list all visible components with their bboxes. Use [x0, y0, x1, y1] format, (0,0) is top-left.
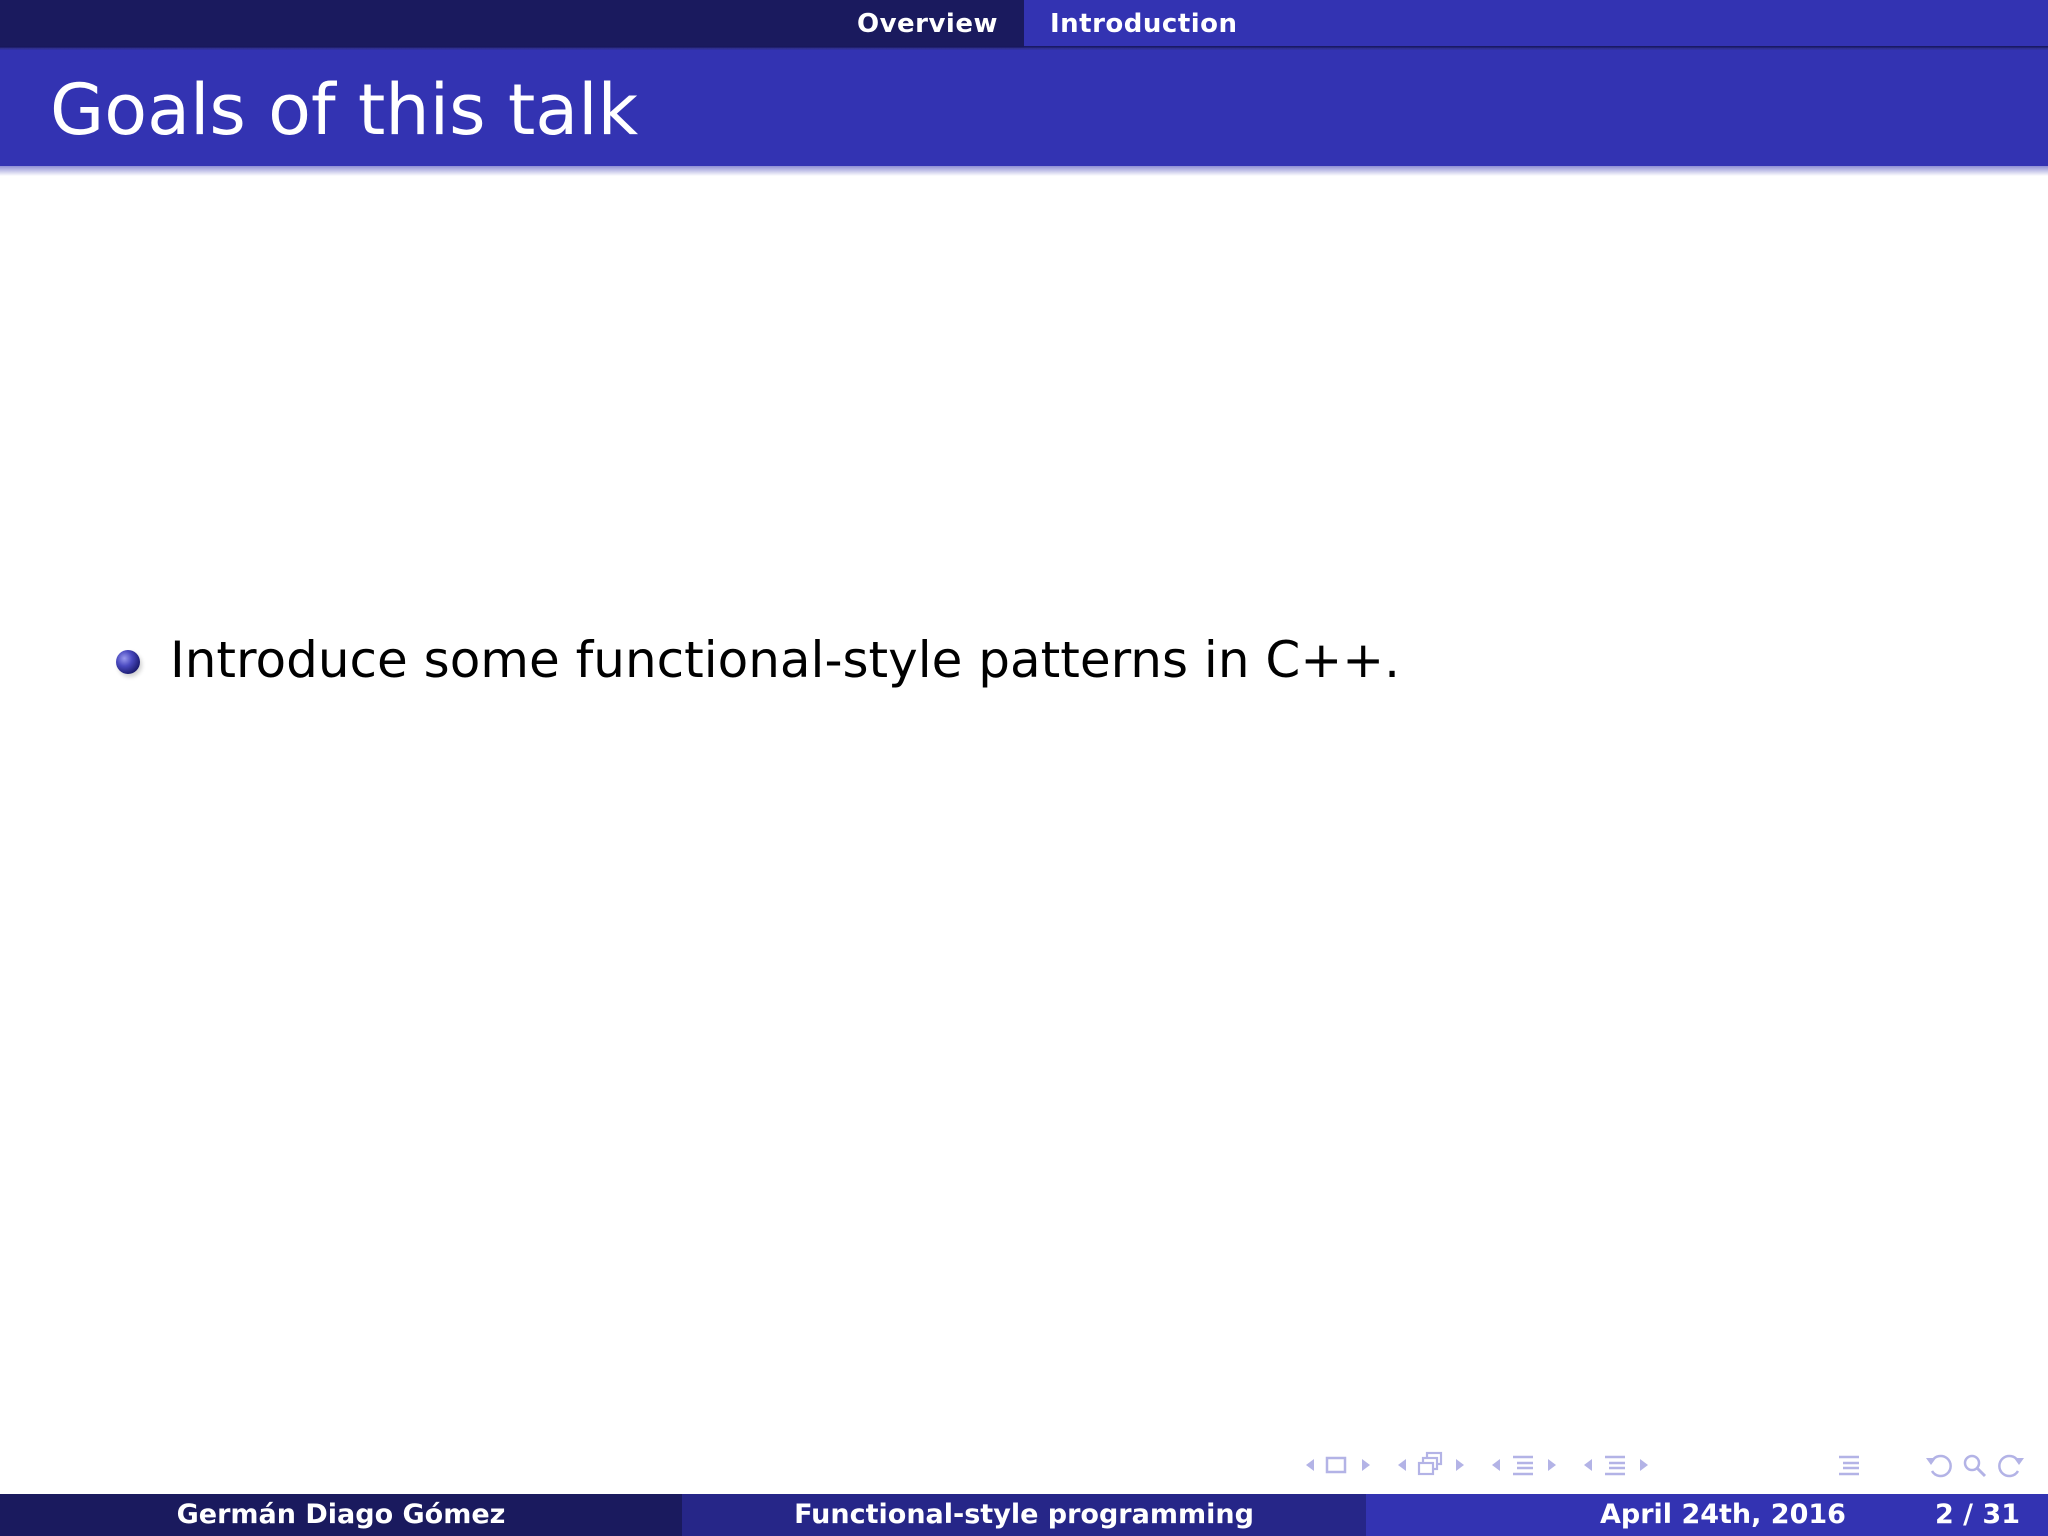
- document-icon[interactable]: [1834, 1448, 1864, 1482]
- footer-title: Functional-style programming: [682, 1494, 1366, 1536]
- prev-subsection-icon[interactable]: [1486, 1448, 1506, 1482]
- prev-section-icon[interactable]: [1578, 1448, 1598, 1482]
- footer-page-number: 2 / 31: [1934, 1499, 2020, 1530]
- bullet-item: Introduce some functional-style patterns…: [110, 620, 1400, 700]
- prev-slide-icon[interactable]: [1300, 1448, 1320, 1482]
- section-icon[interactable]: [1600, 1448, 1630, 1482]
- frame-icon[interactable]: [1414, 1448, 1448, 1482]
- footer-author: Germán Diago Gómez: [0, 1494, 682, 1536]
- footer-date: April 24th, 2016: [1600, 1499, 1846, 1530]
- section-link-overview[interactable]: Overview: [857, 0, 998, 48]
- next-frame-icon[interactable]: [1450, 1448, 1470, 1482]
- slide-icon[interactable]: [1322, 1448, 1352, 1482]
- bullet-text: Introduce some functional-style patterns…: [170, 631, 1401, 689]
- subsection-icon[interactable]: [1508, 1448, 1538, 1482]
- back-icon[interactable]: [1922, 1448, 1956, 1482]
- footer-date-cell: April 24th, 2016 2 / 31: [1366, 1494, 2048, 1536]
- forward-icon[interactable]: [1994, 1448, 2028, 1482]
- prev-frame-icon[interactable]: [1392, 1448, 1412, 1482]
- frame-title-shadow: [0, 166, 2048, 176]
- frame-title: Goals of this talk: [50, 69, 639, 151]
- navigation-symbols: [1300, 1448, 2040, 1482]
- section-link-introduction[interactable]: Introduction: [1050, 0, 1238, 48]
- next-section-icon[interactable]: [1634, 1448, 1654, 1482]
- search-icon[interactable]: [1958, 1448, 1992, 1482]
- footer: Germán Diago Gómez Functional-style prog…: [0, 1494, 2048, 1536]
- next-slide-icon[interactable]: [1356, 1448, 1376, 1482]
- bullet-list: Introduce some functional-style patterns…: [110, 620, 1400, 700]
- next-subsection-icon[interactable]: [1542, 1448, 1562, 1482]
- bullet-ball-icon: [116, 650, 140, 674]
